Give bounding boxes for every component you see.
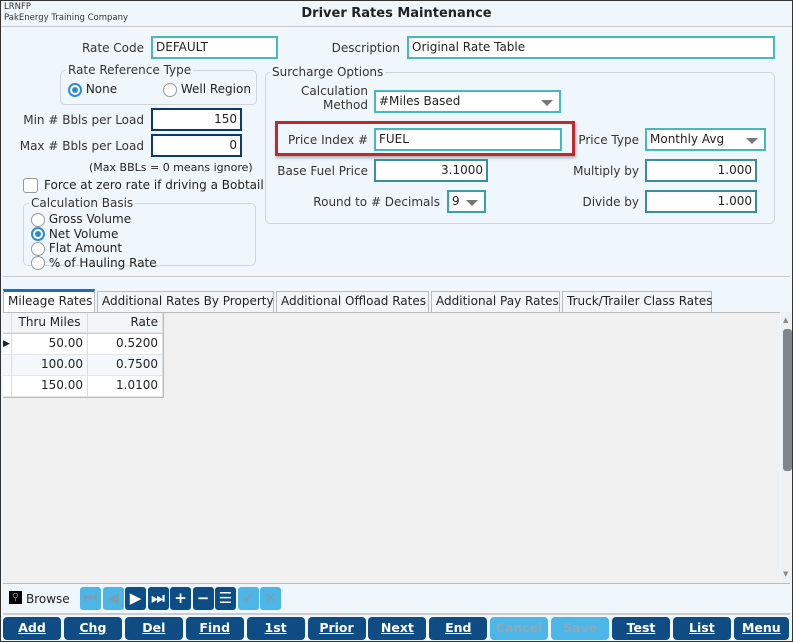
price-index-label: Price Index # — [288, 133, 368, 147]
radio-label: None — [85, 82, 118, 96]
prior-button[interactable]: Prior — [307, 617, 366, 640]
round-label: Round to # Decimals — [313, 195, 440, 209]
find-button[interactable]: Find — [185, 617, 244, 640]
cell-rate[interactable]: 0.7500 — [88, 355, 163, 376]
nav-cancel-icon[interactable]: ✕ — [260, 587, 281, 610]
tab-additional-offload-rates[interactable]: Additional Offload Rates — [276, 291, 429, 312]
column-header-thru-miles[interactable]: Thru Miles — [12, 313, 88, 333]
divide-label: Divide by — [582, 195, 639, 209]
end-button[interactable]: End — [429, 617, 488, 640]
header: LRNFP PakEnergy Training Company Driver … — [0, 0, 793, 27]
price-type-select[interactable]: Monthly Avg — [645, 128, 766, 151]
radio-none[interactable]: None — [68, 82, 117, 97]
rate-reference-title: Rate Reference Type — [66, 63, 194, 77]
min-bbls-label: Min # Bbls per Load — [23, 113, 144, 127]
column-header-rate[interactable]: Rate — [88, 313, 163, 333]
cell-rate[interactable]: 1.0100 — [88, 376, 163, 397]
page-title: Driver Rates Maintenance — [301, 6, 492, 21]
max-bbls-label: Max # Bbls per Load — [19, 139, 144, 153]
divider — [3, 613, 790, 615]
divider — [3, 276, 790, 277]
cell-rate[interactable]: 0.5200 — [88, 334, 163, 355]
multiply-label: Multiply by — [573, 164, 639, 178]
row-indicator — [3, 376, 12, 397]
cell-thru-miles[interactable]: 100.00 — [12, 355, 88, 376]
cell-thru-miles[interactable]: 50.00 — [12, 334, 88, 355]
radio-icon — [163, 82, 177, 97]
nav-delete-icon[interactable]: − — [192, 587, 214, 610]
max-bbls-input[interactable]: 0 — [151, 134, 242, 157]
list-button[interactable]: List — [672, 617, 731, 640]
calc-basis-title: Calculation Basis — [29, 196, 136, 210]
radio-pct-hauling[interactable]: % of Hauling Rate — [31, 256, 157, 270]
tab-additional-pay-rates[interactable]: Additional Pay Rates — [431, 291, 560, 312]
price-index-input[interactable]: FUEL — [374, 128, 562, 151]
radio-icon-selected — [68, 82, 82, 97]
1st-button[interactable]: 1st — [246, 617, 305, 640]
nav-add-icon[interactable]: + — [170, 587, 191, 610]
search-icon[interactable]: ⚲ — [9, 591, 22, 604]
bobtail-checkbox[interactable] — [23, 178, 38, 193]
surcharge-title: Surcharge Options — [270, 65, 386, 79]
radio-gross-volume[interactable]: Gross Volume — [31, 212, 157, 227]
chg-button[interactable]: Chg — [63, 617, 122, 640]
calc-method-label: Calculation Method — [301, 84, 368, 112]
tab-mileage-rates[interactable]: Mileage Rates — [3, 289, 95, 312]
cancel-button[interactable]: Cancel — [490, 617, 549, 640]
divide-input[interactable]: 1.000 — [645, 190, 757, 213]
multiply-input[interactable]: 1.000 — [645, 159, 757, 182]
nav-confirm-icon[interactable]: ✔ — [237, 587, 259, 610]
tab-truck-trailer-class-rates[interactable]: Truck/Trailer Class Rates — [562, 291, 713, 312]
table-row[interactable]: 150.00 1.0100 — [3, 376, 163, 397]
del-button[interactable]: Del — [124, 617, 183, 640]
nav-prior-icon[interactable]: ◀ — [102, 587, 124, 610]
nav-detail-icon[interactable]: ☰ — [215, 587, 236, 610]
radio-label: Well Region — [180, 82, 251, 96]
next-button[interactable]: Next — [368, 617, 427, 640]
test-button[interactable]: Test — [612, 617, 670, 640]
max-bbls-note: (Max BBLs = 0 means ignore) — [89, 161, 253, 174]
price-type-label: Price Type — [578, 133, 639, 147]
nav-next-icon[interactable]: ▶ — [125, 587, 146, 610]
vertical-scrollbar[interactable]: ▲ ▼ — [781, 312, 792, 584]
divider — [3, 583, 790, 584]
radio-well-region[interactable]: Well Region — [163, 82, 251, 97]
scroll-up-icon[interactable]: ▲ — [783, 316, 788, 324]
description-label: Description — [331, 41, 400, 55]
round-select[interactable]: 9 — [447, 190, 486, 213]
min-bbls-input[interactable]: 150 — [151, 108, 242, 131]
mileage-rates-grid: Thru Miles Rate ▶ 50.00 0.5200 100.00 0.7500… — [3, 312, 780, 584]
description-input[interactable]: Original Rate Table — [407, 36, 775, 59]
table-row[interactable]: 100.00 0.7500 — [3, 355, 163, 376]
add-button[interactable]: Add — [3, 617, 61, 640]
radio-flat-amount[interactable]: Flat Amount — [31, 241, 157, 256]
base-fuel-input[interactable]: 3.1000 — [374, 159, 488, 182]
tab-additional-rates-by-property[interactable]: Additional Rates By Property — [97, 291, 274, 312]
table-row[interactable]: ▶ 50.00 0.5200 — [3, 334, 163, 355]
scrollbar-thumb[interactable] — [783, 329, 792, 471]
grid-header: Thru Miles Rate — [3, 313, 163, 334]
calc-method-select[interactable]: #Miles Based — [374, 90, 561, 113]
nav-last-icon[interactable]: ⏭ — [147, 587, 169, 610]
bobtail-label: Force at zero rate if driving a Bobtail — [44, 178, 264, 192]
nav-first-icon[interactable]: ⏮ — [80, 587, 101, 610]
row-indicator: ▶ — [3, 334, 12, 355]
save-button[interactable]: Save — [551, 617, 610, 640]
calc-basis-options: Gross Volume Net Volume Flat Amount % of… — [31, 212, 157, 270]
menu-button[interactable]: Menu — [733, 617, 789, 640]
radio-net-volume[interactable]: Net Volume — [31, 227, 157, 241]
rate-code-input[interactable]: DEFAULT — [151, 36, 278, 59]
cell-thru-miles[interactable]: 150.00 — [12, 376, 88, 397]
scroll-down-icon[interactable]: ▼ — [783, 570, 788, 578]
base-fuel-label: Base Fuel Price — [277, 164, 368, 178]
browse-label: Browse — [26, 592, 70, 606]
rate-code-label: Rate Code — [81, 41, 144, 55]
row-indicator — [3, 355, 12, 376]
